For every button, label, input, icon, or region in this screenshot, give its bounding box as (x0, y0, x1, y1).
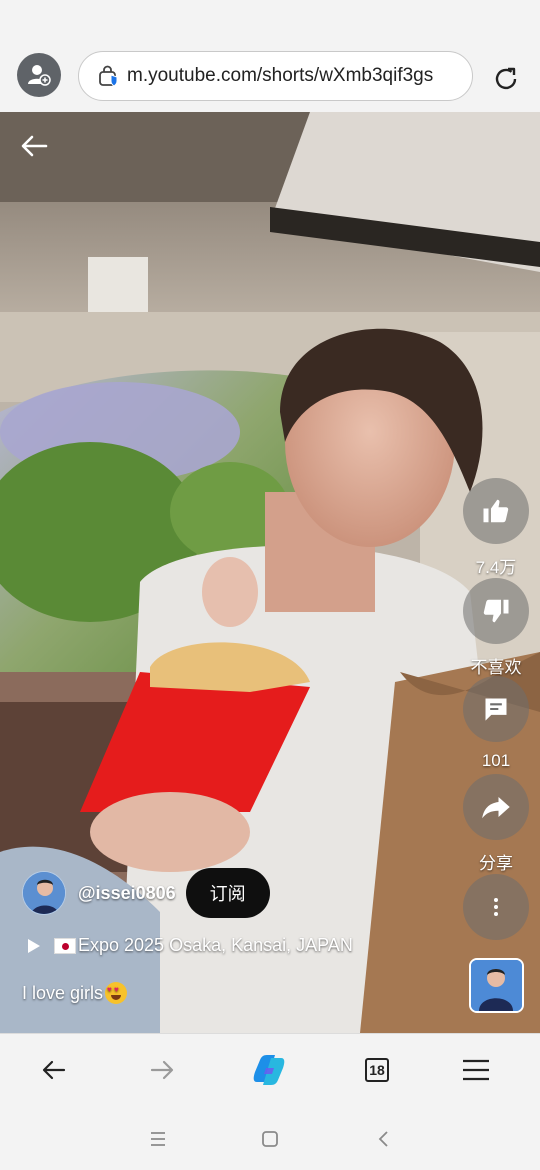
back-icon (42, 1060, 66, 1080)
like-button[interactable] (463, 478, 529, 544)
tab-count-icon: 18 (365, 1058, 389, 1082)
copilot-button[interactable] (249, 1050, 289, 1090)
browser-toolbar: m.youtube.com/shorts/wXmb3qif3gs (0, 40, 540, 112)
share-button[interactable] (463, 774, 529, 840)
comment-button[interactable] (463, 676, 529, 742)
browser-bottom-bar: 18 (0, 1033, 540, 1105)
share-icon (482, 797, 510, 819)
system-back-button[interactable] (372, 1127, 396, 1151)
system-back-icon (378, 1131, 388, 1147)
more-button[interactable] (463, 874, 529, 940)
site-security-icon[interactable] (95, 62, 123, 90)
nav-forward-button[interactable] (142, 1050, 182, 1090)
recent-apps-icon (151, 1132, 165, 1146)
subscribe-button[interactable]: 订阅 (185, 868, 270, 918)
reload-icon (495, 67, 517, 90)
thumbs-up-icon (483, 499, 509, 523)
menu-button[interactable] (456, 1050, 496, 1090)
hamburger-menu-icon (463, 1059, 489, 1081)
home-icon (262, 1131, 278, 1147)
channel-handle[interactable]: @issei0806 (78, 883, 176, 904)
play-icon (28, 938, 40, 953)
video-caption: I love girls (22, 982, 128, 1004)
location-row[interactable]: Expo 2025 Osaka, Kansai, JAPAN (26, 935, 353, 956)
like-action: 7.4万 (460, 478, 532, 578)
caption-text: I love girls (22, 982, 104, 1003)
dislike-action: 不喜欢 (460, 578, 532, 678)
profile-button[interactable] (17, 53, 61, 97)
location-text: Expo 2025 Osaka, Kansai, JAPAN (78, 935, 353, 955)
copilot-icon (253, 1055, 285, 1085)
like-count: 7.4万 (475, 558, 517, 577)
more-action (460, 874, 532, 940)
back-arrow-icon[interactable] (18, 130, 50, 162)
more-vertical-icon (494, 898, 498, 916)
comment-icon (485, 698, 507, 721)
channel-avatar[interactable] (22, 871, 66, 915)
thumbs-down-icon (483, 599, 509, 623)
nav-back-button[interactable] (34, 1050, 74, 1090)
forward-icon (150, 1060, 174, 1080)
reload-button[interactable] (489, 62, 523, 96)
japan-flag-icon (54, 937, 76, 954)
comment-count: 101 (481, 751, 511, 770)
sound-thumbnail[interactable] (469, 958, 524, 1013)
heart-eyes-emoji-icon (105, 982, 128, 1004)
share-action: 分享 (460, 774, 532, 874)
home-button[interactable] (258, 1127, 282, 1151)
profile-add-icon (28, 65, 51, 86)
comment-action: 101 (460, 676, 532, 771)
url-text: m.youtube.com/shorts/wXmb3qif3gs (127, 65, 434, 86)
dislike-label: 不喜欢 (470, 658, 522, 677)
share-label: 分享 (479, 854, 513, 873)
system-navigation-bar (0, 1105, 540, 1170)
shorts-video-player[interactable]: 7.4万 不喜欢 101 分享 @issei0806 订阅 Expo 2025 … (0, 112, 540, 1033)
status-bar (0, 0, 540, 40)
dislike-button[interactable] (463, 578, 529, 644)
address-bar[interactable]: m.youtube.com/shorts/wXmb3qif3gs (78, 51, 473, 101)
channel-row: @issei0806 订阅 (22, 868, 270, 918)
tabs-button[interactable]: 18 (357, 1050, 397, 1090)
recent-apps-button[interactable] (146, 1127, 170, 1151)
